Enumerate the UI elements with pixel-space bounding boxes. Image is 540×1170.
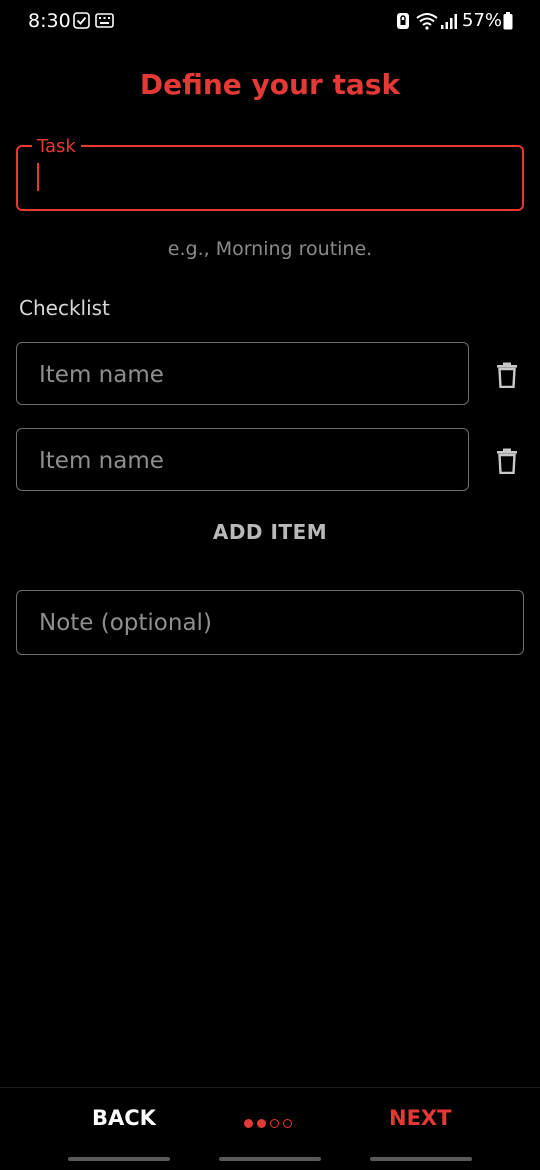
step-dot-completed — [244, 1119, 253, 1128]
task-field-label: Task — [32, 136, 81, 157]
checklist-item-field[interactable] — [16, 428, 469, 491]
task-helper-text: e.g., Morning routine. — [167, 238, 373, 260]
checklist-item-input[interactable] — [37, 443, 451, 479]
task-input[interactable] — [42, 161, 506, 195]
check-box-icon — [73, 12, 90, 29]
note-field[interactable] — [16, 590, 524, 655]
page-title: Define your task — [139, 68, 401, 101]
status-bar: 8:30 57% — [0, 0, 540, 44]
text-cursor — [37, 163, 39, 191]
signal-icon — [441, 14, 457, 29]
step-dot-completed — [257, 1119, 266, 1128]
footer-divider — [0, 1087, 540, 1088]
nav-bar-handle — [219, 1157, 321, 1161]
checklist-item-input[interactable] — [37, 357, 451, 393]
nav-bar-handle — [68, 1157, 170, 1161]
lock-icon — [397, 13, 409, 29]
battery-icon — [503, 12, 513, 30]
status-time: 8:30 — [28, 10, 71, 32]
step-dot-pending — [283, 1119, 292, 1128]
next-button[interactable]: NEXT — [389, 1106, 451, 1130]
checklist-item-field[interactable] — [16, 342, 469, 405]
add-item-button[interactable]: ADD ITEM — [0, 520, 540, 544]
note-input[interactable] — [37, 605, 501, 641]
checklist-label: Checklist — [19, 296, 110, 320]
step-dot-pending — [270, 1119, 279, 1128]
step-indicator — [244, 1113, 296, 1128]
trash-icon[interactable] — [496, 448, 518, 474]
nav-bar-handle — [370, 1157, 472, 1161]
back-button[interactable]: BACK — [92, 1106, 156, 1130]
keyboard-icon — [95, 13, 114, 28]
wifi-icon — [416, 13, 438, 30]
trash-icon[interactable] — [496, 362, 518, 388]
battery-percent: 57% — [462, 10, 503, 31]
